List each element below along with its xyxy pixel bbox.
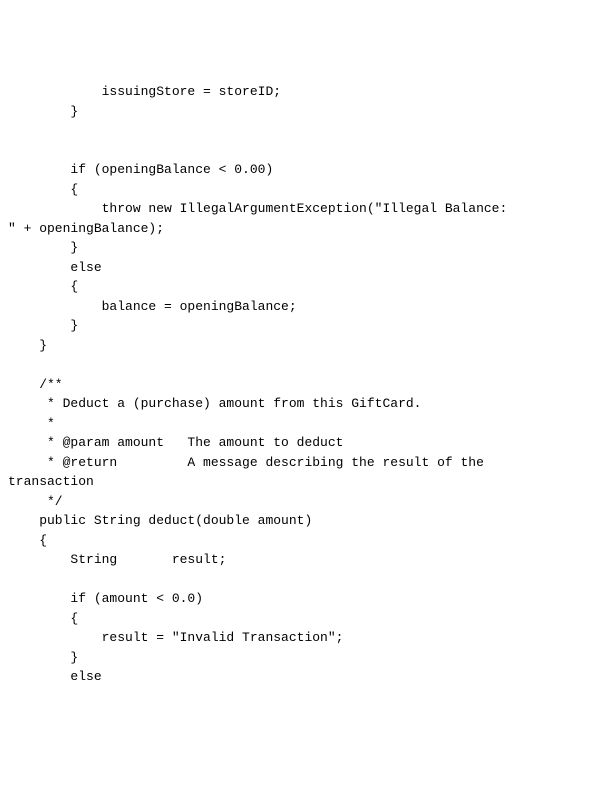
code-line: { — [8, 279, 78, 294]
code-line: /** — [8, 377, 63, 392]
code-line: * — [8, 416, 55, 431]
code-line: } — [8, 318, 78, 333]
code-line: { — [8, 533, 47, 548]
code-line: issuingStore = storeID; — [8, 84, 281, 99]
code-line: { — [8, 611, 78, 626]
code-line: { — [8, 182, 78, 197]
code-line: } — [8, 338, 47, 353]
code-line: String result; — [8, 552, 226, 567]
code-line: } — [8, 104, 78, 119]
code-line: throw new IllegalArgumentException("Ille… — [8, 201, 507, 216]
code-snippet: issuingStore = storeID; } if (openingBal… — [8, 82, 595, 687]
code-line: * @return A message describing the resul… — [8, 455, 484, 470]
code-line: if (amount < 0.0) — [8, 591, 203, 606]
code-line: } — [8, 650, 78, 665]
code-line: * Deduct a (purchase) amount from this G… — [8, 396, 421, 411]
code-line: } — [8, 240, 78, 255]
code-line: else — [8, 669, 102, 684]
code-line: result = "Invalid Transaction"; — [8, 630, 343, 645]
code-line: * @param amount The amount to deduct — [8, 435, 343, 450]
code-line: balance = openingBalance; — [8, 299, 297, 314]
code-line: public String deduct(double amount) — [8, 513, 312, 528]
code-line: " + openingBalance); — [8, 221, 164, 236]
code-line: transaction — [8, 474, 94, 489]
code-line: if (openingBalance < 0.00) — [8, 162, 273, 177]
code-line: else — [8, 260, 102, 275]
code-line: */ — [8, 494, 63, 509]
